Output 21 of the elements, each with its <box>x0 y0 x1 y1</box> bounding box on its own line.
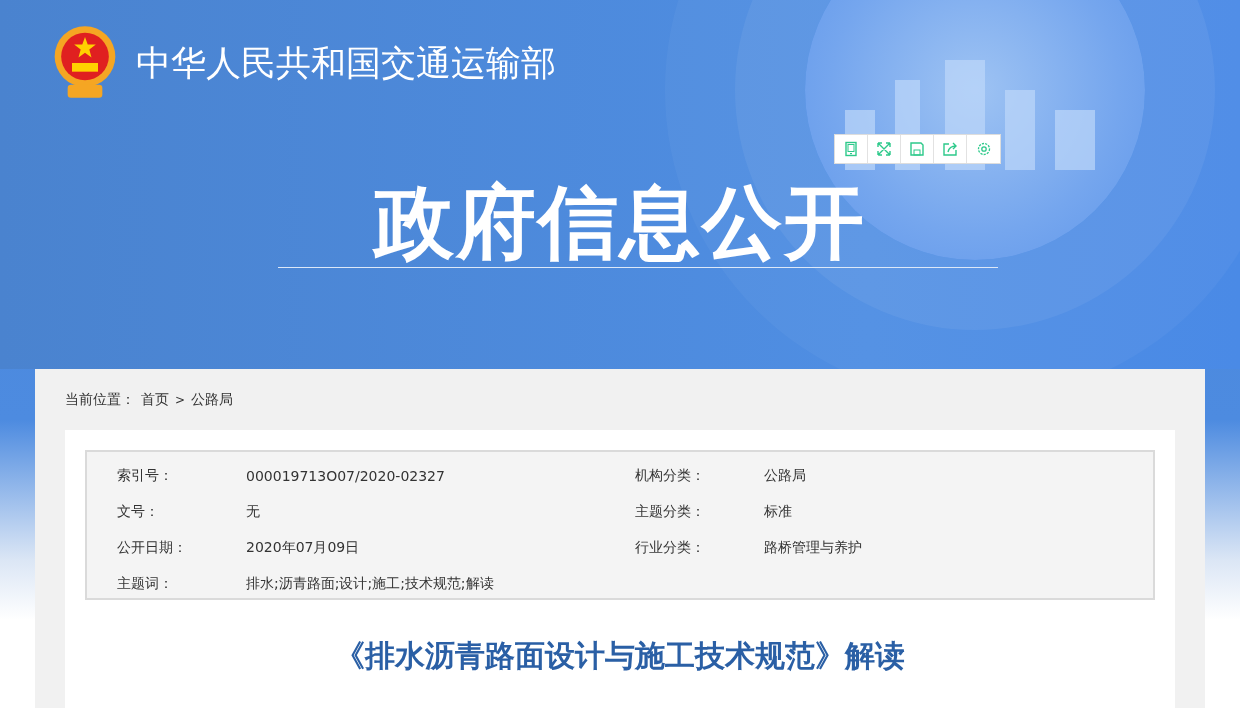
info-value: 公路局 <box>764 467 807 485</box>
section-title: 政府信息公开 <box>371 175 867 271</box>
breadcrumb-separator: > <box>175 393 186 407</box>
breadcrumb-label: 当前位置： <box>65 391 135 409</box>
info-label: 主题分类： <box>635 503 706 521</box>
breadcrumb-link[interactable]: 首页 <box>141 391 169 409</box>
info-value: 排水;沥青路面;设计;施工;技术规范;解读 <box>246 575 495 593</box>
info-value: 路桥管理与养护 <box>764 539 863 557</box>
info-label: 索引号： <box>117 467 174 485</box>
info-value: 无 <box>246 503 261 521</box>
info-value: 2020年07月09日 <box>246 539 361 557</box>
breadcrumb-link[interactable]: 公路局 <box>191 391 234 409</box>
info-label: 公开日期： <box>117 539 188 557</box>
info-label: 行业分类： <box>635 539 706 557</box>
article-title: 《排水沥青路面设计与施工技术规范》解读 <box>334 637 906 675</box>
info-value: 000019713O07/2020-02327 <box>246 468 446 484</box>
site-name: 中华人民共和国交通运输部 <box>136 41 556 85</box>
info-label: 机构分类： <box>635 467 706 485</box>
info-value: 标准 <box>764 503 793 521</box>
info-label: 主题词： <box>117 575 174 593</box>
info-label: 文号： <box>117 503 160 521</box>
